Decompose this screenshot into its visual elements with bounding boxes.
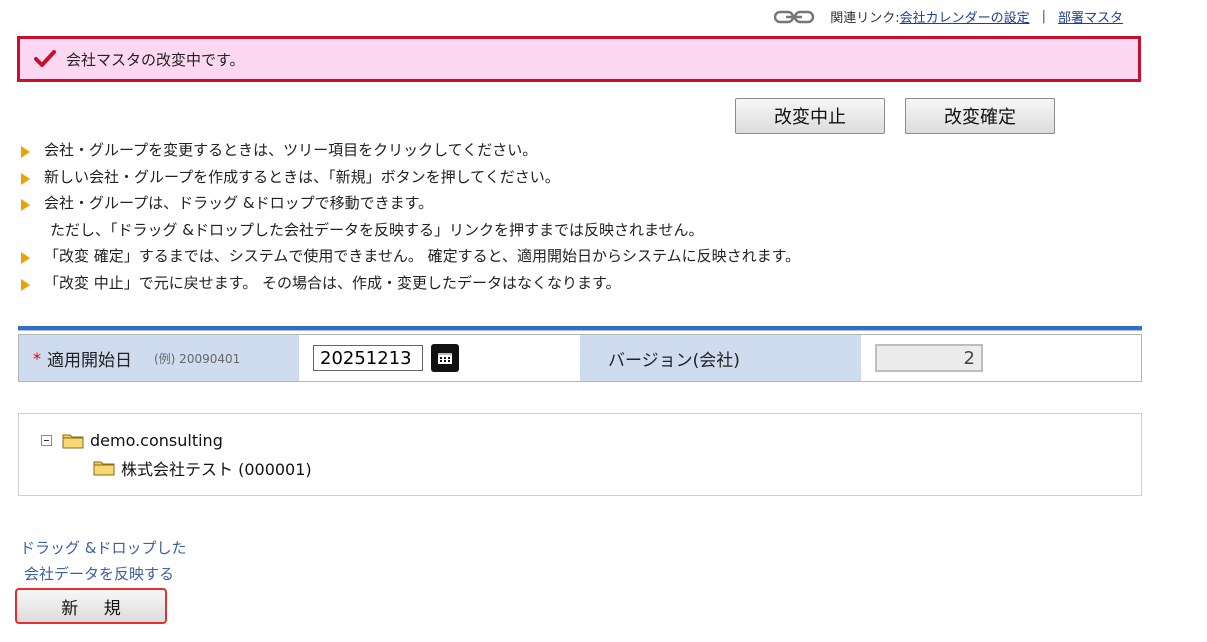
instruction-list: 会社・グループを変更するときは、ツリー項目をクリックしてください。 新しい会社・… [20, 137, 1020, 296]
related-links-label: 関連リンク: [830, 11, 900, 26]
chain-link-icon [774, 10, 815, 23]
tree-node-label[interactable]: 株式会社テスト (000001) [121, 456, 312, 480]
start-date-value-cell [299, 335, 580, 381]
version-label: バージョン(会社) [608, 350, 740, 371]
bullet-arrow-icon [21, 252, 30, 264]
folder-icon [62, 434, 84, 448]
editing-notice-banner: 会社マスタの改変中です。 [17, 36, 1141, 82]
start-date-input[interactable] [313, 345, 423, 371]
bullet-arrow-icon [21, 146, 30, 158]
start-date-label: 適用開始日 [47, 350, 132, 371]
bullet-arrow-icon [21, 172, 30, 185]
calendar-icon[interactable] [431, 344, 459, 372]
start-date-example: (例) 20090401 [154, 351, 241, 366]
instruction-item: 会社・グループは、ドラッグ &ドロップで移動できます。 [20, 190, 1020, 217]
new-button[interactable]: 新 規 [15, 588, 167, 624]
link-separator: | [1041, 9, 1046, 24]
notice-message: 会社マスタの改変中です。 [66, 50, 245, 69]
folder-icon [93, 461, 115, 476]
instruction-item: 「改変 中止」で元に戻せます。 その場合は、作成・変更したデータはなくなります。 [20, 270, 1020, 297]
tree-node-child[interactable]: 株式会社テスト (000001) [93, 456, 312, 480]
version-readonly-field [875, 344, 983, 372]
link-company-calendar[interactable]: 会社カレンダーの設定 [900, 7, 1030, 26]
collapse-minus-icon[interactable] [41, 435, 52, 446]
start-date-label-cell: * 適用開始日 (例) 20090401 [19, 335, 299, 381]
related-links: 関連リンク: 会社カレンダーの設定 | 部署マスタ [774, 7, 1123, 26]
required-mark: * [33, 348, 41, 368]
checkmark-icon [34, 50, 56, 67]
bullet-arrow-icon [21, 278, 30, 291]
cancel-revision-button[interactable]: 改変中止 [735, 98, 885, 134]
instruction-item: 新しい会社・グループを作成するときは、「新規」ボタンを押してください。 [20, 164, 1020, 191]
confirm-revision-button[interactable]: 改変確定 [905, 98, 1055, 134]
bullet-arrow-icon [21, 199, 30, 211]
apply-drag-drop-link[interactable]: ドラッグ &ドロップした 会社データを反映する [20, 535, 186, 587]
instruction-item-continued: ただし、「ドラッグ &ドロップした会社データを反映する」リンクを押すまでは反映さ… [50, 220, 704, 239]
section-divider [18, 326, 1142, 331]
tree-node-root[interactable]: demo.consulting [41, 431, 223, 450]
company-tree: demo.consulting 株式会社テスト (000001) [18, 413, 1142, 496]
version-value-cell [861, 335, 1141, 381]
date-version-row: * 適用開始日 (例) 20090401 バージョン(会社) [18, 334, 1142, 382]
version-label-cell: バージョン(会社) [580, 335, 861, 381]
instruction-item: 「改変 確定」するまでは、システムで使用できません。 確定すると、適用開始日から… [20, 243, 1020, 270]
instruction-item: 会社・グループを変更するときは、ツリー項目をクリックしてください。 [20, 137, 1020, 164]
link-department-master[interactable]: 部署マスタ [1058, 7, 1123, 26]
tree-node-label[interactable]: demo.consulting [90, 431, 223, 450]
